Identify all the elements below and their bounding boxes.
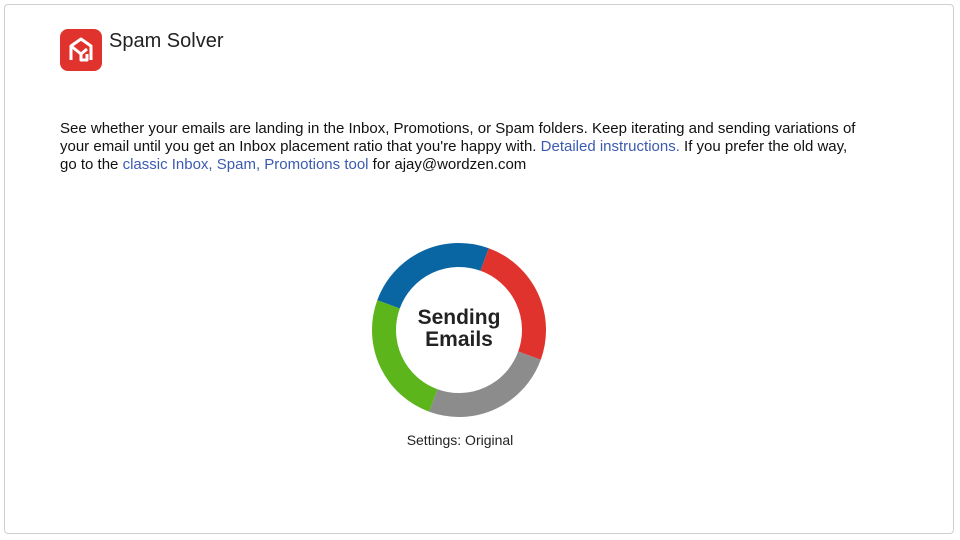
sending-emails-label: Sending Emails (370, 307, 548, 351)
classic-tool-link[interactable]: classic Inbox, Spam, Promotions tool (123, 156, 369, 173)
detailed-instructions-link[interactable]: Detailed instructions. (541, 138, 680, 155)
ring-segment-gray (429, 351, 541, 417)
sending-label-line-1: Sending (417, 306, 501, 329)
description-text: See whether your emails are landing in t… (60, 120, 860, 174)
description-part-3: for ajay@wordzen.com (368, 156, 527, 173)
app-title: Spam Solver (109, 29, 224, 52)
sending-label-line-2: Emails (425, 328, 493, 351)
sending-progress-ring: Sending Emails (370, 241, 548, 419)
app-header: Spam Solver (60, 29, 224, 71)
ring-segment-blue (377, 243, 489, 309)
settings-label: Settings: Original (406, 432, 514, 448)
spam-solver-logo-icon (60, 29, 102, 71)
